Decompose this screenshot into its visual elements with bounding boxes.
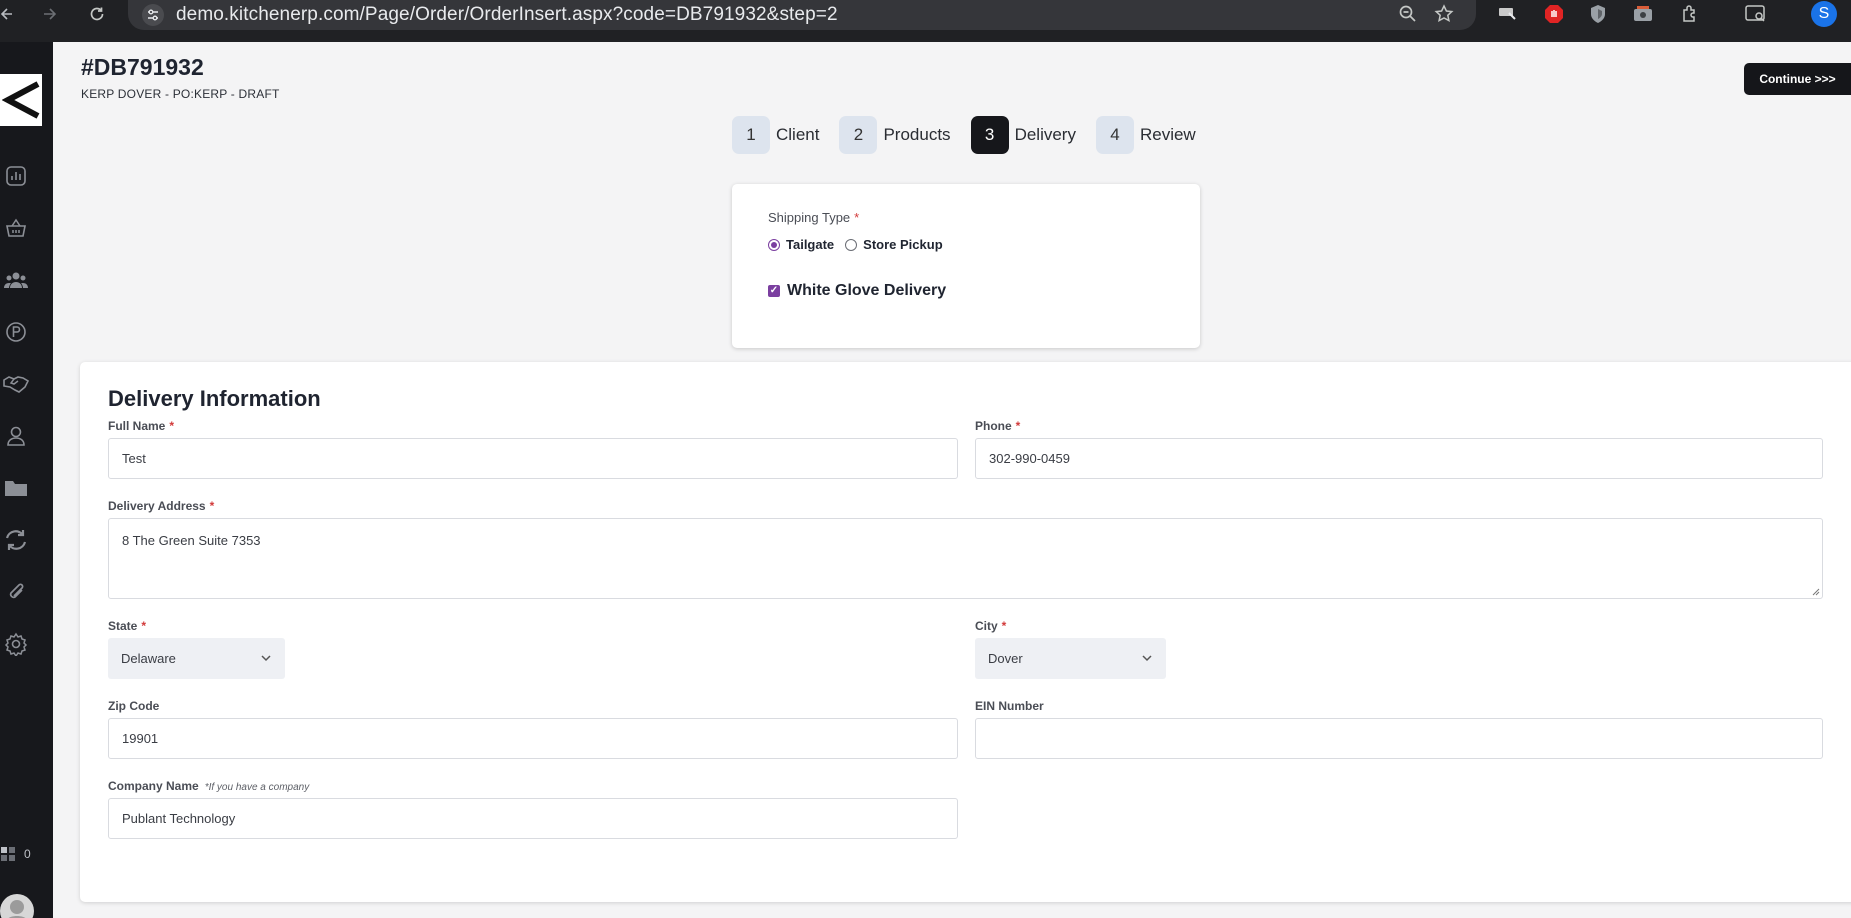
p-circle-icon[interactable]: [3, 319, 29, 345]
city-select[interactable]: Dover: [975, 638, 1166, 679]
bookmark-star-icon[interactable]: [1434, 4, 1454, 29]
address-bar[interactable]: demo.kitchenerp.com/Page/Order/OrderInse…: [128, 0, 1476, 30]
back-icon[interactable]: [0, 0, 14, 28]
white-glove-label[interactable]: White Glove Delivery: [787, 282, 946, 300]
shipping-type-options: Tailgate Store Pickup: [768, 237, 943, 252]
users-icon[interactable]: [3, 267, 29, 293]
full-name-label: Full Name *: [108, 419, 174, 433]
white-glove-row: ✓ White Glove Delivery: [768, 282, 946, 300]
state-label-text: State: [108, 619, 138, 633]
shipping-type-label: Shipping Type *: [768, 210, 859, 225]
state-select[interactable]: Delaware: [108, 638, 285, 679]
zip-code-input[interactable]: 19901: [108, 718, 958, 759]
step-products[interactable]: 2 Products: [839, 116, 951, 154]
required-mark: *: [1015, 419, 1021, 433]
company-name-input[interactable]: Publant Technology: [108, 798, 958, 839]
tailgate-label[interactable]: Tailgate: [786, 237, 834, 252]
state-value: Delaware: [121, 651, 176, 666]
zoom-icon[interactable]: [1398, 4, 1418, 29]
company-name-hint: *If you have a company: [204, 782, 310, 793]
step-client[interactable]: 1 Client: [732, 116, 819, 154]
city-label: City *: [975, 619, 1006, 633]
required-mark: *: [141, 619, 147, 633]
chevron-down-icon: [1142, 655, 1152, 662]
url-text: demo.kitchenerp.com/Page/Order/OrderInse…: [176, 4, 838, 25]
person-icon[interactable]: [3, 423, 29, 449]
phone-input[interactable]: 302-990-0459: [975, 438, 1823, 479]
gear-icon[interactable]: [3, 631, 29, 657]
browser-toolbar: demo.kitchenerp.com/Page/Order/OrderInse…: [0, 0, 1851, 42]
step-number: 2: [839, 116, 878, 154]
site-settings-icon[interactable]: [142, 4, 164, 26]
sidebar-counter[interactable]: 0: [0, 846, 31, 862]
profile-avatar[interactable]: S: [1811, 1, 1837, 27]
city-label-text: City: [975, 619, 998, 633]
chart-icon[interactable]: [3, 163, 29, 189]
extension-icon[interactable]: [1497, 3, 1519, 25]
zip-code-label: Zip Code: [108, 699, 160, 713]
company-name-label-text: Company Name: [108, 779, 199, 793]
state-label: State *: [108, 619, 146, 633]
resize-handle-icon[interactable]: [1810, 586, 1820, 596]
phone-label: Phone *: [975, 419, 1020, 433]
shipping-card: Shipping Type * Tailgate Store Pickup ✓ W…: [732, 184, 1200, 348]
sync-icon[interactable]: [3, 527, 29, 553]
logo-icon[interactable]: [0, 74, 42, 126]
adblock-icon[interactable]: [1543, 3, 1565, 25]
step-delivery[interactable]: 3 Delivery: [970, 116, 1076, 154]
tab-search-icon[interactable]: [1745, 3, 1767, 25]
puzzle-icon[interactable]: [1679, 3, 1701, 25]
chevron-down-icon: [261, 655, 271, 662]
step-label: Client: [776, 125, 820, 144]
step-indicator: 1 Client 2 Products 3 Delivery 4 Review: [732, 116, 1216, 154]
full-name-input[interactable]: Test: [108, 438, 958, 479]
grid-icon: [1, 847, 15, 861]
required-mark: *: [209, 499, 215, 513]
city-value: Dover: [988, 651, 1023, 666]
order-code: #DB791932: [81, 54, 204, 80]
store-pickup-label[interactable]: Store Pickup: [863, 237, 942, 252]
step-number: 4: [1095, 116, 1134, 154]
required-mark: *: [854, 210, 860, 225]
step-label: Products: [883, 125, 951, 144]
shipping-type-text: Shipping Type: [768, 210, 851, 225]
tailgate-radio[interactable]: [768, 238, 780, 251]
order-subtitle: KERP DOVER - PO:KERP - DRAFT: [81, 87, 280, 101]
handshake-icon[interactable]: [3, 371, 29, 397]
company-name-label: Company Name *If you have a company: [108, 779, 309, 793]
user-avatar[interactable]: [0, 894, 34, 918]
ein-number-input[interactable]: [975, 718, 1823, 759]
step-label: Review: [1139, 125, 1196, 144]
sidebar: 0: [0, 42, 53, 918]
delivery-info-title: Delivery Information: [108, 386, 321, 411]
shield-icon[interactable]: [1587, 3, 1609, 25]
delivery-address-label: Delivery Address *: [108, 499, 214, 513]
delivery-address-value: 8 The Green Suite 7353: [122, 533, 261, 548]
delivery-address-textarea[interactable]: 8 The Green Suite 7353: [108, 518, 1823, 599]
step-review[interactable]: 4 Review: [1095, 116, 1196, 154]
required-mark: *: [1001, 619, 1007, 633]
step-number: 1: [732, 116, 770, 154]
paperclip-icon[interactable]: [3, 579, 29, 605]
store-pickup-radio[interactable]: [845, 238, 858, 251]
gallery-icon[interactable]: [1632, 3, 1654, 25]
step-label: Delivery: [1014, 125, 1076, 144]
forward-icon[interactable]: [42, 0, 58, 28]
basket-icon[interactable]: [3, 215, 29, 241]
required-mark: *: [169, 419, 175, 433]
reload-icon[interactable]: [88, 0, 106, 28]
counter-value: 0: [24, 847, 31, 861]
delivery-info-card: Delivery Information Full Name * Test Pho…: [80, 362, 1851, 902]
phone-label-text: Phone: [975, 419, 1012, 433]
delivery-address-label-text: Delivery Address: [108, 499, 206, 513]
white-glove-checkbox[interactable]: ✓: [768, 285, 780, 297]
continue-button[interactable]: Continue >>>: [1744, 63, 1851, 95]
ein-number-label: EIN Number: [975, 699, 1044, 713]
step-number: 3: [970, 116, 1009, 154]
full-name-label-text: Full Name: [108, 419, 166, 433]
folder-icon[interactable]: [3, 475, 29, 501]
